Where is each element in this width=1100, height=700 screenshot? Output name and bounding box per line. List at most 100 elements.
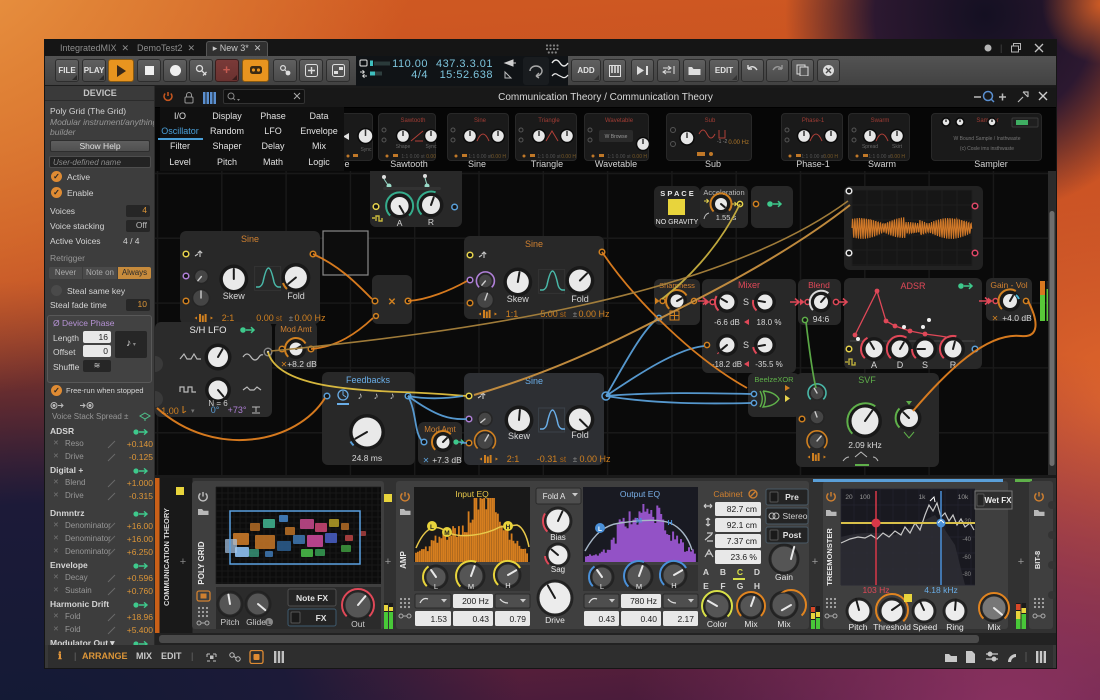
svg-text:Post: Post <box>783 530 802 540</box>
svg-text:AMP: AMP <box>399 550 408 568</box>
svg-text:C: C <box>737 567 743 577</box>
svg-text:-35.5 %: -35.5 % <box>755 360 783 369</box>
svg-text:Wet FX: Wet FX <box>985 496 1013 505</box>
svg-text:A: A <box>703 567 709 577</box>
svg-text:S P A C E: S P A C E <box>660 189 693 198</box>
svg-text:23.6 %: 23.6 % <box>731 552 758 562</box>
svg-text:COMMUNICATION THEORY: COMMUNICATION THEORY <box>162 508 171 606</box>
svg-text:S: S <box>922 360 928 370</box>
svg-text:+: + <box>180 556 186 568</box>
svg-text:Pre: Pre <box>785 492 799 502</box>
svg-text:H: H <box>754 581 760 591</box>
svg-text:H: H <box>506 524 511 531</box>
svg-text:0.00 Hz: 0.00 Hz <box>294 313 326 323</box>
svg-text:Phase-1: Phase-1 <box>802 118 825 124</box>
svg-text:st: st <box>560 310 567 319</box>
svg-text:±: ± <box>289 314 294 323</box>
svg-text:94:6: 94:6 <box>813 314 830 324</box>
svg-text:st: st <box>276 314 283 323</box>
svg-text:24.8 ms: 24.8 ms <box>352 453 382 463</box>
svg-text:0.00 Hz: 0.00 Hz <box>578 309 610 319</box>
svg-text:st: st <box>560 455 567 464</box>
svg-text:+8.2 dB: +8.2 dB <box>287 359 317 369</box>
svg-text:E: E <box>703 581 709 591</box>
svg-text:Skew: Skew <box>223 291 246 301</box>
svg-text:2.09 kHz: 2.09 kHz <box>848 440 882 450</box>
svg-text:Output EQ: Output EQ <box>620 489 661 499</box>
svg-text:0.00 Hz: 0.00 Hz <box>579 454 611 464</box>
svg-text:S: S <box>743 297 749 307</box>
svg-text:Pitch: Pitch <box>849 622 868 632</box>
svg-text:Mix: Mix <box>744 619 758 629</box>
svg-text:(c) Cosle ims insthwaste: (c) Cosle ims insthwaste <box>960 146 1014 152</box>
svg-text:Shape: Shape <box>396 144 411 150</box>
svg-text:Sine: Sine <box>525 239 543 249</box>
svg-text:Skew: Skew <box>508 431 531 441</box>
svg-text:♪: ♪ <box>374 391 379 402</box>
svg-text:S/H LFO: S/H LFO <box>190 325 227 336</box>
svg-text:20: 20 <box>845 494 853 501</box>
svg-text:L: L <box>430 524 434 531</box>
svg-text:A: A <box>397 218 403 228</box>
svg-text:2:1: 2:1 <box>507 454 520 464</box>
svg-text:Note FX: Note FX <box>296 593 328 603</box>
svg-text:103 Hz: 103 Hz <box>863 585 890 595</box>
svg-text:200 Hz: 200 Hz <box>462 596 489 606</box>
svg-text:780 Hz: 780 Hz <box>630 596 657 606</box>
svg-text:NO GRAVITY: NO GRAVITY <box>656 219 699 226</box>
svg-text:W Browse: W Browse <box>605 134 628 140</box>
svg-text:-0.31: -0.31 <box>537 454 558 464</box>
svg-text:+: + <box>1018 556 1024 568</box>
svg-text:Color: Color <box>707 619 727 629</box>
svg-text:±: ± <box>573 310 578 319</box>
svg-text:Cabinet: Cabinet <box>713 489 743 499</box>
svg-text:A: A <box>871 360 877 370</box>
svg-text:Fold: Fold <box>287 291 305 301</box>
svg-text:-60: -60 <box>962 555 971 561</box>
svg-text:10k: 10k <box>958 494 969 501</box>
svg-text:-1 -2: -1 -2 <box>717 139 728 145</box>
svg-text:Fold: Fold <box>571 294 589 304</box>
svg-text:✕: ✕ <box>992 314 999 323</box>
svg-text:1k: 1k <box>919 494 927 501</box>
svg-text:Drive: Drive <box>545 615 565 625</box>
svg-text:Feedbacks: Feedbacks <box>346 375 391 385</box>
svg-text:D: D <box>897 360 904 370</box>
svg-text:0.43: 0.43 <box>598 614 615 624</box>
svg-text:-40: -40 <box>962 537 971 543</box>
svg-text:L: L <box>600 582 604 591</box>
svg-text:Triangle: Triangle <box>538 118 560 124</box>
svg-text:L: L <box>598 526 602 533</box>
svg-text:Fold A: Fold A <box>543 492 566 501</box>
svg-text:Mix: Mix <box>777 619 791 629</box>
svg-text:Sub: Sub <box>705 118 716 124</box>
svg-text:Speed: Speed <box>913 622 938 632</box>
svg-text:M: M <box>636 518 642 525</box>
svg-text:Spread: Spread <box>862 144 878 150</box>
svg-text:Skirt: Skirt <box>892 144 903 150</box>
svg-text:H: H <box>505 581 510 590</box>
svg-text:Out: Out <box>351 619 365 629</box>
svg-text:2.17: 2.17 <box>677 614 694 624</box>
svg-text:BeelzeXOR: BeelzeXOR <box>754 375 794 384</box>
svg-text:Wavetable: Wavetable <box>605 118 634 124</box>
svg-text:Mix: Mix <box>987 622 1001 632</box>
svg-text:SVF: SVF <box>858 375 876 385</box>
svg-text:F: F <box>720 581 725 591</box>
svg-text:0.40: 0.40 <box>640 614 657 624</box>
svg-text:92.1 cm: 92.1 cm <box>727 520 757 530</box>
svg-text:Mod Amt: Mod Amt <box>280 325 312 334</box>
svg-text:±: ± <box>573 455 578 464</box>
svg-text:1:1: 1:1 <box>506 309 519 319</box>
svg-text:Fold: Fold <box>571 430 589 440</box>
svg-text:M: M <box>444 530 449 537</box>
svg-text:Blend: Blend <box>808 280 830 290</box>
svg-text:Sync: Sync <box>360 147 372 153</box>
svg-text:Sawtooth: Sawtooth <box>400 118 425 124</box>
svg-text:4.18 kHz: 4.18 kHz <box>924 585 958 595</box>
svg-text:✕: ✕ <box>423 456 430 465</box>
svg-text:▾: ▾ <box>191 408 195 415</box>
svg-text:♪: ♪ <box>358 391 363 402</box>
svg-text:✕: ✕ <box>388 297 396 308</box>
svg-text:BIT-8: BIT-8 <box>1033 551 1042 569</box>
